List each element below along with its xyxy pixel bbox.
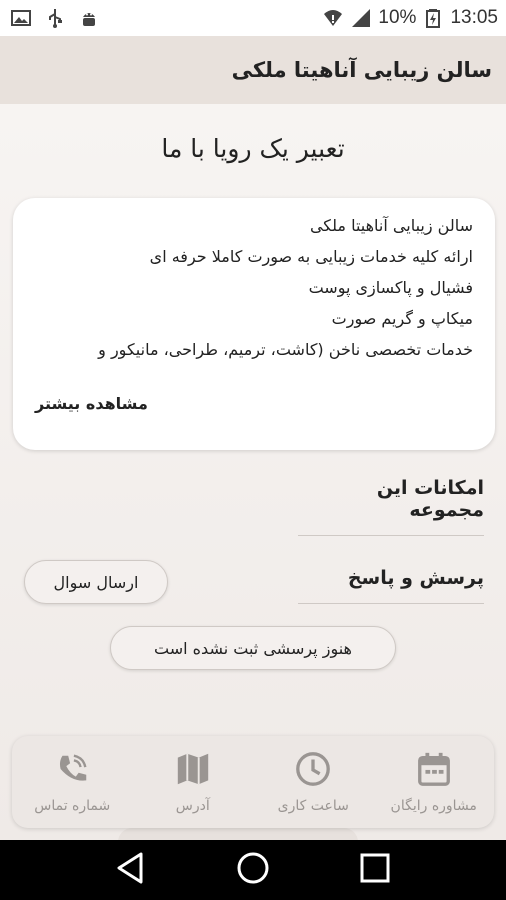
back-icon[interactable] — [113, 850, 149, 890]
nav-label-consult: مشاوره رایگان — [390, 798, 477, 814]
android-debug-icon — [78, 7, 100, 29]
nav-item-consult[interactable]: مشاوره رایگان — [374, 736, 495, 828]
calendar-icon — [415, 750, 453, 792]
battery-percent: 10% — [378, 7, 417, 28]
status-bar: 10% 13:05 — [0, 0, 506, 36]
status-bar-left — [10, 7, 100, 29]
send-question-button[interactable]: ارسال سوال — [24, 560, 168, 604]
app-bar: سالن زیبایی آناهیتا ملکی — [0, 36, 506, 104]
nav-item-address[interactable]: آدرس — [133, 736, 254, 828]
about-line: ارائه کلیه خدمات زیبایی به صورت کاملا حر… — [149, 247, 473, 266]
image-icon — [10, 7, 32, 29]
about-line: فشیال و پاکسازی پوست — [308, 278, 473, 297]
nav-label-address: آدرس — [175, 798, 210, 814]
system-nav-bar — [0, 840, 506, 900]
nav-item-hours[interactable]: ساعت کاری — [253, 736, 374, 828]
about-card: سالن زیبایی آناهیتا ملکی ارائه کلیه خدما… — [13, 198, 495, 450]
nav-label-hours: ساعت کاری — [277, 798, 349, 814]
map-icon — [174, 750, 212, 792]
battery-charging-icon — [422, 7, 444, 29]
nav-item-phone[interactable]: شماره تماس — [12, 736, 133, 828]
no-questions-badge: هنوز پرسشی ثبت نشده است — [110, 626, 396, 670]
about-line: میکاپ و گریم صورت — [331, 309, 473, 328]
status-bar-right: 10% 13:05 — [322, 7, 498, 29]
main-content[interactable]: تعبیر یک رویا با ما سالن زیبایی آناهیتا … — [0, 104, 506, 858]
usb-icon — [44, 7, 66, 29]
about-line: سالن زیبایی آناهیتا ملکی — [309, 216, 473, 235]
qa-heading: پرسش و پاسخ — [298, 567, 484, 604]
hero-title: تعبیر یک رویا با ما — [161, 134, 345, 163]
signal-icon — [350, 7, 372, 29]
see-more-link[interactable]: مشاهده بیشتر — [35, 394, 148, 413]
recents-icon[interactable] — [357, 850, 393, 890]
about-line: خدمات تخصصی ناخن (کاشت، ترمیم، طراحی، ما… — [98, 340, 473, 359]
home-icon[interactable] — [235, 850, 271, 890]
phone-icon — [53, 750, 91, 792]
clock-time: 13:05 — [450, 7, 498, 28]
nav-label-phone: شماره تماس — [34, 798, 111, 814]
clock-icon — [294, 750, 332, 792]
app-title: سالن زیبایی آناهیتا ملکی — [231, 58, 492, 82]
wifi-icon — [322, 7, 344, 29]
features-heading: امکانات این مجموعه — [298, 477, 484, 536]
bottom-nav: شماره تماس آدرس ساعت کاری مشاوره رایگان — [12, 736, 494, 828]
